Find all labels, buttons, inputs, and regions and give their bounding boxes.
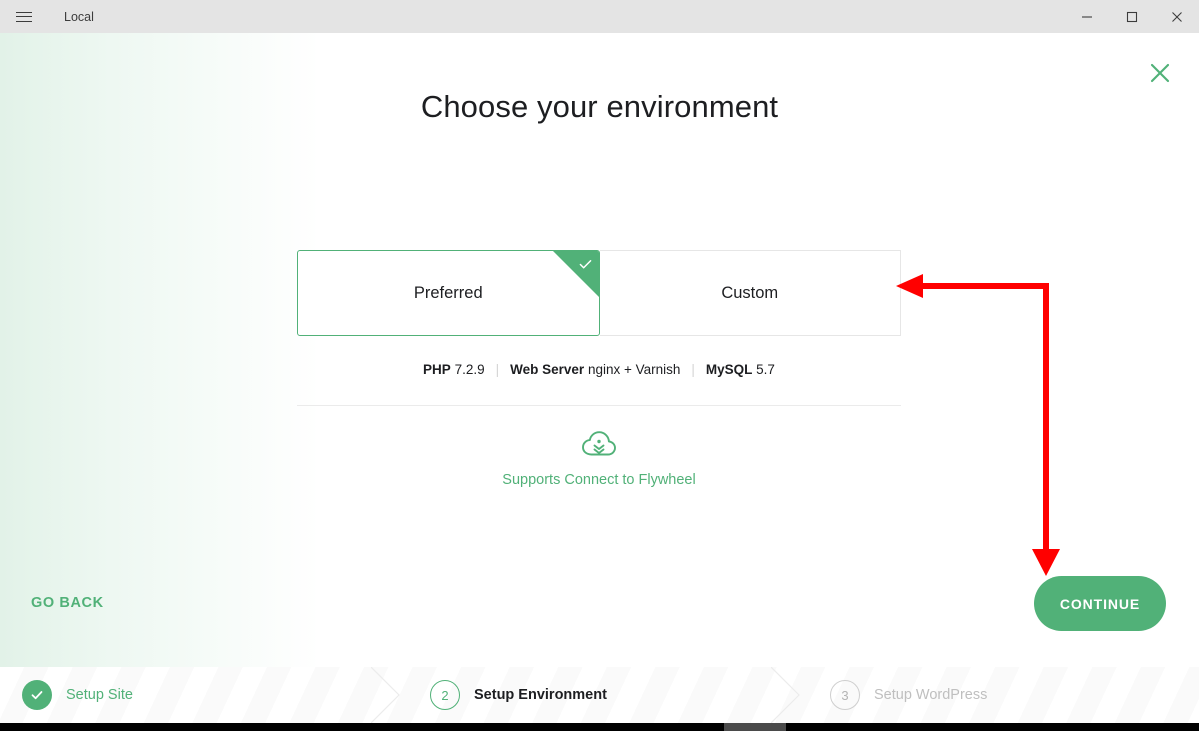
spec-php: PHP 7.2.9	[423, 362, 485, 377]
step-1-marker	[22, 680, 52, 710]
window-controls	[1064, 0, 1199, 33]
minimize-icon	[1081, 15, 1092, 18]
environment-tab-group: Preferred Custom	[297, 250, 901, 336]
page-title: Choose your environment	[420, 89, 779, 124]
horizontal-divider	[297, 405, 901, 406]
spec-webserver: Web Server nginx + Varnish	[510, 362, 680, 377]
environment-panel: Preferred Custom PHP 7.2.9 | Web Server ng…	[297, 250, 901, 488]
step-chevron-divider	[371, 667, 400, 723]
dialog-close-button[interactable]	[1145, 58, 1175, 88]
continue-button[interactable]: CONTINUE	[1034, 576, 1166, 631]
go-back-button[interactable]: GO BACK	[31, 595, 104, 611]
tab-custom[interactable]: Custom	[599, 250, 901, 336]
spec-mysql-label: MySQL	[705, 362, 753, 377]
tab-custom-label: Custom	[721, 283, 779, 302]
spec-php-label: PHP	[423, 362, 451, 377]
taskbar-item[interactable]	[724, 723, 786, 731]
spec-php-value: 7.2.9	[454, 362, 485, 377]
minimize-button[interactable]	[1064, 0, 1109, 33]
window-title: Local	[64, 9, 94, 24]
setup-step-bar: Setup Site 2 Setup Environment 3 Setup W…	[0, 667, 1199, 723]
close-x-icon	[1150, 63, 1170, 83]
step-2-label: Setup Environment	[474, 687, 607, 703]
maximize-icon	[1126, 11, 1137, 22]
cloud-upload-icon	[581, 430, 617, 465]
os-taskbar	[0, 723, 1199, 731]
close-button[interactable]	[1154, 0, 1199, 33]
spec-separator: |	[691, 362, 695, 377]
spec-mysql-value: 5.7	[756, 362, 775, 377]
maximize-button[interactable]	[1109, 0, 1154, 33]
step-3-label: Setup WordPress	[874, 687, 988, 703]
selected-corner-badge	[552, 251, 599, 297]
step-3-marker: 3	[830, 680, 860, 710]
flywheel-support-block: Supports Connect to Flywheel	[297, 430, 901, 488]
tab-preferred-label: Preferred	[413, 283, 483, 302]
checkmark-icon	[579, 260, 591, 269]
flywheel-support-label[interactable]: Supports Connect to Flywheel	[297, 472, 901, 488]
spec-webserver-value: nginx + Varnish	[587, 362, 681, 377]
step-chevron-divider	[771, 667, 800, 723]
environment-specs: PHP 7.2.9 | Web Server nginx + Varnish | MyS…	[297, 362, 901, 377]
local-app-window: Local Choose your environment Preferred …	[0, 0, 1199, 731]
close-icon	[1171, 11, 1182, 22]
spec-mysql: MySQL 5.7	[706, 362, 775, 377]
step-1-label: Setup Site	[66, 687, 133, 703]
spec-webserver-label: Web Server	[510, 362, 585, 377]
step-setup-environment[interactable]: 2 Setup Environment	[400, 667, 800, 723]
hamburger-menu-icon[interactable]	[0, 0, 48, 33]
main-content: Choose your environment Preferred Custom…	[0, 33, 1199, 667]
step-2-marker: 2	[430, 680, 460, 710]
step-setup-wordpress[interactable]: 3 Setup WordPress	[800, 667, 1199, 723]
check-icon	[31, 691, 43, 700]
step-setup-site[interactable]: Setup Site	[0, 667, 400, 723]
tab-preferred[interactable]: Preferred	[297, 250, 600, 336]
window-titlebar: Local	[0, 0, 1199, 33]
spec-separator: |	[495, 362, 500, 377]
